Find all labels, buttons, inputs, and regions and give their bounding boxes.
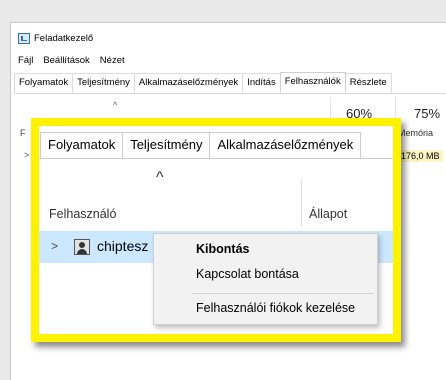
menu-item-disconnect[interactable]: Kapcsolat bontása bbox=[196, 267, 299, 281]
context-menu: Kibontás Kapcsolat bontása Felhasználói … bbox=[153, 233, 378, 325]
column-header-user[interactable]: Felhasználó bbox=[49, 207, 116, 221]
zoomed-tab-divider bbox=[39, 158, 393, 159]
task-manager-icon bbox=[18, 32, 30, 44]
background-expand-arrow: > bbox=[24, 150, 30, 160]
tab-startup[interactable]: Indítás bbox=[242, 73, 281, 93]
user-icon bbox=[74, 239, 90, 255]
window-title: Feladatkezelő bbox=[34, 32, 94, 44]
column-divider[interactable] bbox=[301, 179, 302, 226]
background-sort-indicator: ^ bbox=[113, 100, 118, 110]
tab-users[interactable]: Felhasználók bbox=[279, 72, 346, 92]
menu-options[interactable]: Beállítások bbox=[43, 55, 89, 66]
zoomed-tab-processes[interactable]: Folyamatok bbox=[40, 132, 124, 158]
menu-view[interactable]: Nézet bbox=[100, 55, 125, 66]
tab-performance[interactable]: Teljesítmény bbox=[72, 73, 135, 93]
chevron-right-icon[interactable]: > bbox=[51, 239, 58, 253]
zoomed-tab-app-history[interactable]: Alkalmazáselőzmények bbox=[209, 132, 362, 158]
zoomed-tab-performance[interactable]: Teljesítmény bbox=[122, 132, 211, 158]
background-memory-label[interactable]: Memória bbox=[398, 128, 433, 138]
chevron-up-icon[interactable]: ^ bbox=[156, 170, 164, 186]
tab-details[interactable]: Részlete bbox=[344, 73, 392, 93]
title-bar: Feladatkezelő bbox=[18, 30, 93, 46]
menu-item-manage-accounts[interactable]: Felhasználói fiókok kezelése bbox=[196, 301, 355, 315]
tab-app-history[interactable]: Alkalmazáselőzmények bbox=[133, 73, 244, 93]
zoomed-tab-strip: Folyamatok Teljesítmény Alkalmazáselőzmé… bbox=[40, 132, 362, 158]
background-memory-value: 176,0 MB bbox=[398, 150, 443, 162]
background-memory-percent: 75% bbox=[414, 106, 441, 121]
menu-bar: Fájl Beállítások Nézet bbox=[18, 55, 125, 66]
user-name: chiptesz bbox=[97, 238, 149, 254]
background-column-partial: F bbox=[20, 128, 26, 138]
background-tab-strip: Folyamatok Teljesítmény Alkalmazáselőzmé… bbox=[14, 72, 392, 93]
highlight-frame: Folyamatok Teljesítmény Alkalmazáselőzmé… bbox=[31, 118, 401, 342]
menu-file[interactable]: Fájl bbox=[18, 55, 33, 66]
tab-processes[interactable]: Folyamatok bbox=[14, 73, 74, 93]
menu-separator bbox=[192, 293, 373, 294]
menu-item-expand[interactable]: Kibontás bbox=[196, 242, 249, 256]
column-header-state[interactable]: Állapot bbox=[309, 207, 347, 221]
tab-divider bbox=[14, 93, 446, 94]
